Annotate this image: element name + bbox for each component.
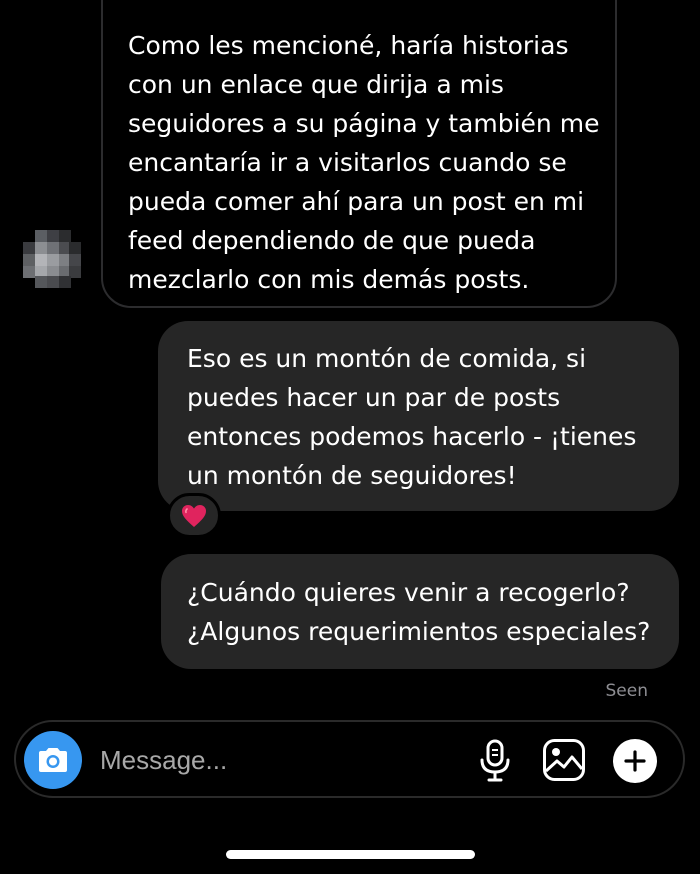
seen-status: Seen [605, 681, 648, 701]
microphone-button[interactable] [475, 738, 515, 784]
avatar[interactable] [23, 230, 81, 288]
plus-button[interactable] [613, 739, 657, 783]
message-input[interactable] [100, 740, 440, 780]
camera-icon [39, 748, 67, 772]
outgoing-message-text: ¿Cuándo quieres venir a recogerlo? ¿Algu… [187, 578, 651, 646]
plus-icon [624, 750, 646, 772]
heart-reaction[interactable] [167, 493, 221, 538]
heart-icon [182, 504, 206, 527]
outgoing-message-text: Eso es un montón de comida, si puedes ha… [187, 344, 637, 490]
camera-button[interactable] [24, 731, 82, 789]
home-indicator[interactable] [226, 850, 475, 859]
incoming-message-text: Como les mencioné, haría historias con u… [128, 31, 600, 294]
gallery-button[interactable] [540, 736, 588, 784]
microphone-icon [480, 739, 510, 782]
gallery-icon [543, 739, 585, 781]
